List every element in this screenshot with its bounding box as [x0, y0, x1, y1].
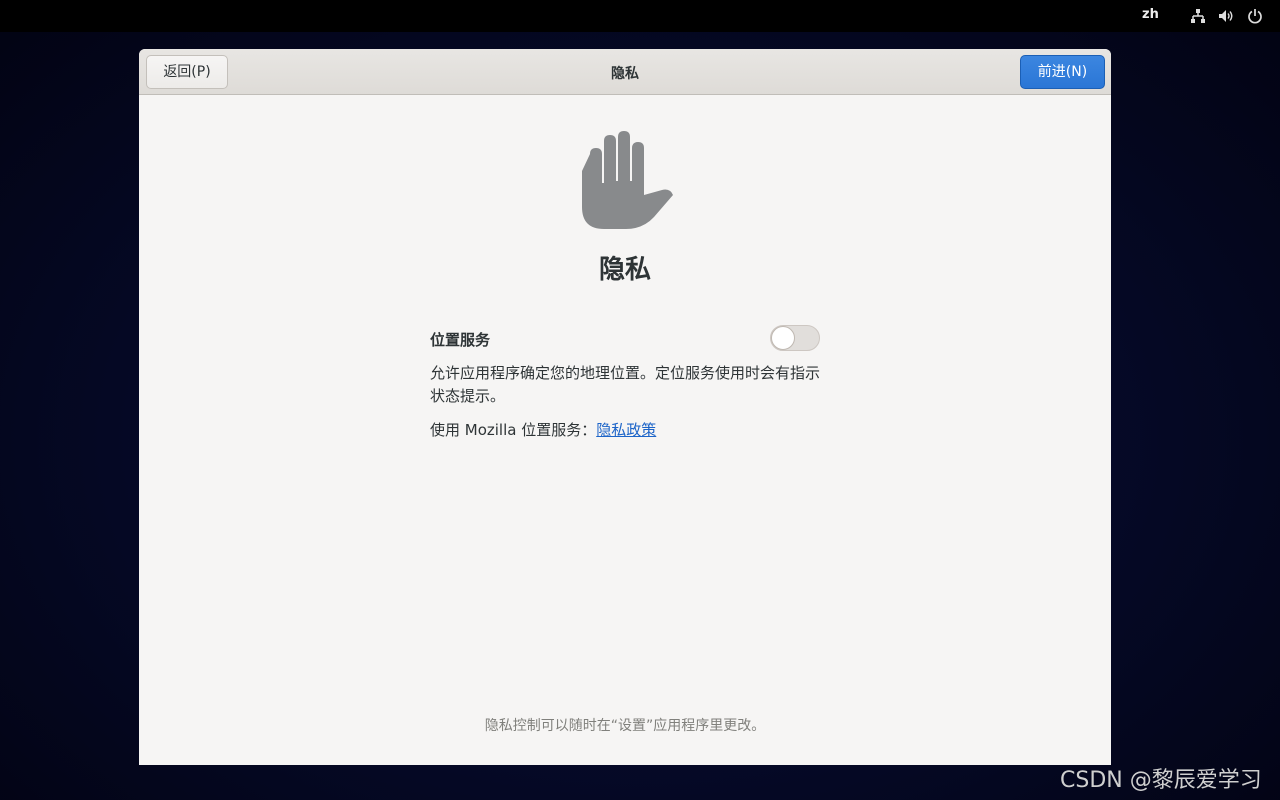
page-heading: 隐私	[598, 255, 651, 285]
hand-icon	[582, 131, 674, 229]
language-indicator[interactable]: zh	[1142, 7, 1159, 22]
mozilla-line: 使用 Mozilla 位置服务：隐私政策	[430, 419, 656, 440]
watermark: CSDN @黎辰爱学习	[1060, 768, 1262, 793]
header-bar: 返回(P) 隐私 前进(N)	[139, 49, 1111, 95]
footer-note: 隐私控制可以随时在“设置”应用程序里更改。	[484, 718, 766, 734]
toggle-knob	[771, 326, 795, 350]
power-icon[interactable]	[1247, 8, 1263, 24]
location-services-toggle[interactable]	[770, 325, 820, 351]
privacy-policy-link[interactable]: 隐私政策	[596, 421, 656, 439]
window-title: 隐私	[611, 66, 639, 82]
top-bar: zh	[0, 0, 1280, 32]
network-icon[interactable]	[1190, 8, 1206, 24]
setup-window: 返回(P) 隐私 前进(N) 隐私 位置服务 允许应用程序确定您的地理位置。定位…	[139, 49, 1111, 765]
next-button[interactable]: 前进(N)	[1020, 55, 1105, 89]
location-description: 允许应用程序确定您的地理位置。定位服务使用时会有指示状态提示。	[430, 364, 821, 405]
location-services-label: 位置服务	[430, 331, 491, 349]
volume-icon[interactable]	[1218, 8, 1234, 24]
mozilla-prefix: 使用 Mozilla 位置服务：	[430, 421, 597, 439]
